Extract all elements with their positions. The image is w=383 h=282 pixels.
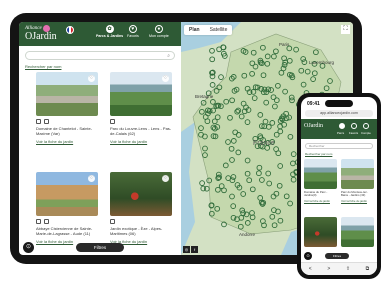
garden-feature-icons [36,219,98,224]
garden-photo[interactable]: ♡ [36,172,98,216]
phone-screen: 09:41 app.allianceojardin.com OJardin Pa… [301,97,377,275]
garden-photo[interactable]: ♡ [36,72,98,116]
app-logo[interactable]: Alliance OJardin [25,25,57,42]
nav-label: Parcs & Jardins [96,34,124,38]
heart-icon[interactable]: ♡ [162,175,169,182]
map-label: France [253,140,275,147]
feature-icon [44,119,49,124]
search-icon: ⌕ [167,53,170,59]
heart-icon[interactable] [351,123,357,129]
phone-logo[interactable]: OJardin [304,123,323,129]
heart-icon[interactable]: ♡ [88,75,95,82]
nav-mon-compte[interactable]: ● Mon compte [149,25,169,38]
garden-link[interactable]: Voir la fiche du jardin [110,139,172,144]
feature-icon [110,219,115,224]
feature-icon [36,219,41,224]
nav-favoris[interactable]: ♥ Favoris [127,25,139,38]
garden-feature-icons [110,219,172,224]
garden-name: Parc du Louvre-Lens - Lens - Pas-de-Cala… [110,126,172,136]
share-icon[interactable]: ⇧ [346,266,350,272]
phone-map-toggle-button[interactable]: ⊙ [304,252,312,260]
nav-parcs-jardins[interactable]: ✿ Parcs & Jardins [96,25,123,38]
phone-filters-button[interactable]: Filtres [325,253,349,259]
language-flag-icon[interactable] [66,26,74,34]
phone-nav-label: Parcs [337,131,345,135]
garden-link[interactable]: Voir la fiche du jardin [341,199,374,203]
app-header: Alliance OJardin ✿ Parcs & Jardins ♥ Fav… [19,22,181,46]
dynamic-island [325,100,353,107]
heart-icon[interactable]: ♡ [88,175,95,182]
forward-icon[interactable]: > [327,266,330,272]
garden-name: Domaine du Parc - Jardins(0) [304,190,328,198]
phone-nav-label: Compte [361,131,371,135]
url-bar[interactable]: app.allianceojardin.com [305,110,373,117]
facebook-icon[interactable]: f [191,246,198,253]
tabs-icon[interactable]: ⧉ [366,266,370,272]
garden-feature-icons [110,119,172,124]
feature-icon [44,219,49,224]
flower-icon[interactable] [339,123,345,129]
garden-card[interactable]: ♡ Domaine de Chantelot - Sainte-Maxime (… [36,72,98,144]
garden-card[interactable]: ♡ Abbaye Cistercienne de Sainte-Marie-de… [36,172,98,244]
heart-icon[interactable]: ♡ [162,75,169,82]
map-label: Paris [279,42,290,47]
filters-button[interactable]: Filtres [76,243,124,252]
phone-search-input[interactable]: Rechercher [305,143,373,149]
map-label: Bretagne [195,94,214,99]
map-toggle-button[interactable]: ⊙ [23,242,34,253]
garden-name: Parc du Montsou-lez-Bains - Jardins (33) [341,190,368,198]
fullscreen-icon[interactable]: ⛶ [341,25,350,34]
garden-name: Domaine de Chantelot - Sainte-Maxime (Va… [36,126,93,136]
garden-link[interactable]: Voir la fiche du jardin [304,199,337,203]
phone-garden-card[interactable]: Parc du Montsou-lez-Bains - Jardins (33)… [341,159,374,203]
feature-icon [110,119,115,124]
map-label: Luxembourg [309,60,335,65]
garden-card[interactable]: ♡ Parc du Louvre-Lens - Lens - Pas-de-Ca… [110,72,172,144]
garden-photo[interactable] [304,159,337,189]
tab-satellite[interactable]: Satellite [205,25,233,35]
tab-plan[interactable]: Plan [184,25,205,35]
status-time: 09:41 [307,101,320,107]
browser-toolbar: < > ⇧ ⧉ [301,262,377,275]
phone-search-by-name-link[interactable]: Rechercher par nom [305,152,332,156]
garden-name: Abbaye Cistercienne de Sainte-Marie-de-L… [36,226,93,236]
search-by-name-link[interactable]: Rechercher par nom [25,64,61,69]
flower-icon: ✿ [105,25,114,33]
map-controls: ◎ f [183,246,198,253]
feature-icon [36,119,41,124]
garden-photo[interactable]: ♡ [110,172,172,216]
phone-garden-card[interactable] [341,217,374,247]
phone-device: 09:41 app.allianceojardin.com OJardin Pa… [297,93,381,279]
garden-feature-icons [36,119,98,124]
back-icon[interactable]: < [309,266,312,272]
phone-nav-label: Favoris [349,131,359,135]
heart-icon: ♥ [128,25,137,33]
garden-photo[interactable] [341,217,374,247]
user-icon[interactable] [363,123,369,129]
instagram-icon[interactable]: ◎ [183,246,190,253]
user-icon: ● [154,25,163,33]
nav-label: Mon compte [149,34,169,38]
garden-photo[interactable]: ♡ [110,72,172,116]
garden-photo[interactable] [304,217,337,247]
garden-name: Jardin exotique - Èze - Alpes-Maritimes … [110,226,163,236]
search-input[interactable]: ⌕ [25,51,175,60]
garden-photo[interactable] [341,159,374,189]
logo-line2: OJardin [25,31,57,42]
phone-garden-card[interactable]: Domaine du Parc - Jardins(0) Voir la fic… [304,159,337,203]
nav-label: Favoris [127,34,139,38]
map-label: Andorre [239,232,256,237]
garden-link[interactable]: Voir la fiche du jardin [36,139,98,144]
flower-logo-icon [43,25,50,32]
garden-card[interactable]: ♡ Jardin exotique - Èze - Alpes-Maritime… [110,172,172,244]
map-type-tabs: Plan Satellite [184,25,233,35]
phone-garden-card[interactable] [304,217,337,247]
phone-app-header: OJardin Parcs Favoris Compte [301,119,377,139]
